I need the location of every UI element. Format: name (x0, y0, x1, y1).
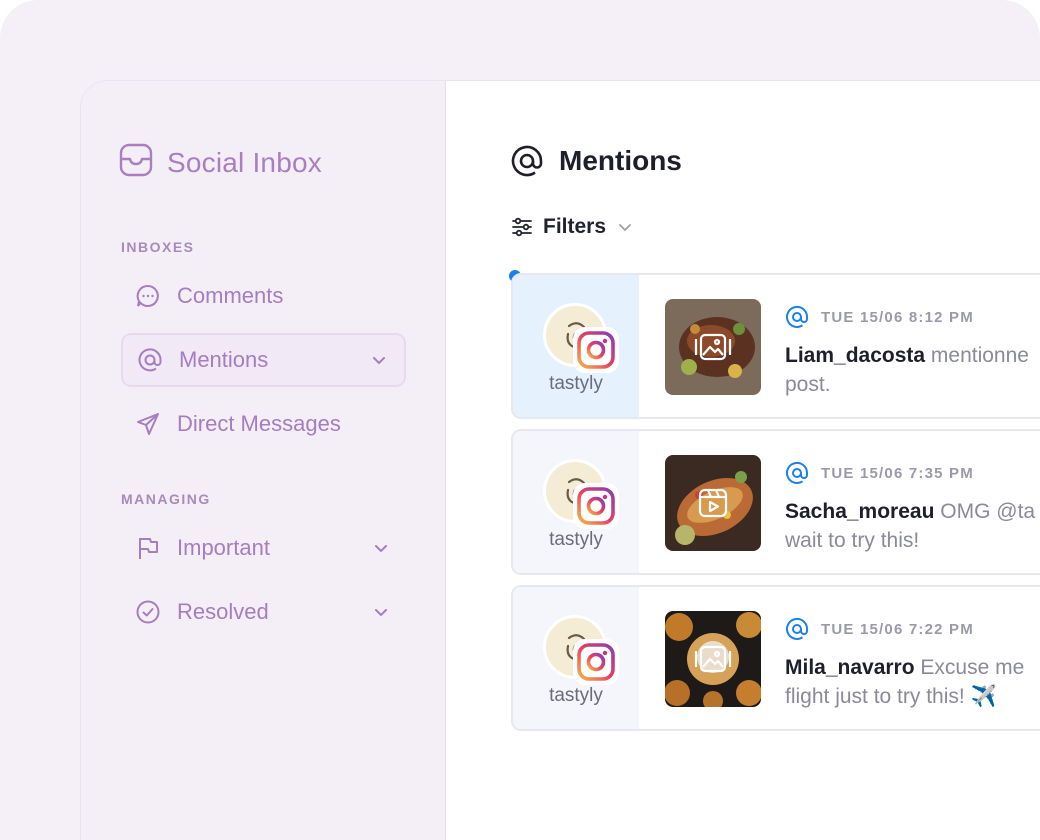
message-line2: wait to try this! (785, 529, 920, 552)
post-thumbnail[interactable] (665, 455, 761, 551)
account-name: tastyly (549, 685, 603, 706)
at-icon (785, 305, 809, 329)
username[interactable]: Mila_navarro (785, 656, 915, 679)
at-icon (137, 347, 163, 373)
instagram-icon (573, 639, 619, 685)
chevron-down-icon (618, 220, 632, 234)
sidebar-item-mentions[interactable]: Mentions (121, 333, 406, 387)
message-line1: Excuse me (914, 656, 1025, 679)
sidebar-item-label: Resolved (177, 599, 269, 624)
chevron-down-icon[interactable] (372, 353, 386, 367)
sidebar: Social Inbox INBOXES Comments Mentions D… (81, 81, 446, 840)
account-panel: tastyly (513, 587, 639, 729)
chat-bubble-icon (135, 283, 161, 309)
mention-meta: TUE 15/06 7:35 PM (785, 461, 974, 485)
instagram-icon (573, 483, 619, 529)
at-icon (785, 617, 809, 641)
section-label-managing: MANAGING (121, 491, 211, 507)
sliders-icon (511, 216, 533, 238)
message-line1: OMG @ta (934, 500, 1036, 523)
app-window: Social Inbox INBOXES Comments Mentions D… (80, 80, 1040, 840)
page-title: Mentions (559, 145, 682, 176)
account-panel: tastyly (513, 275, 639, 417)
post-thumbnail[interactable] (665, 611, 761, 707)
account-panel: tastyly (513, 431, 639, 573)
send-icon (135, 411, 161, 437)
sidebar-item-label: Direct Messages (177, 411, 341, 436)
flag-icon (135, 535, 161, 561)
chevron-down-icon[interactable] (374, 541, 388, 555)
check-circle-icon (135, 599, 161, 625)
username[interactable]: Liam_dacosta (785, 344, 925, 367)
account-name: tastyly (549, 529, 603, 550)
page-header: Mentions (509, 143, 682, 179)
mention-card[interactable]: tastyly (511, 429, 1040, 575)
timestamp: TUE 15/06 7:35 PM (821, 464, 974, 482)
timestamp: TUE 15/06 7:22 PM (821, 620, 974, 638)
username[interactable]: Sacha_moreau (785, 500, 934, 523)
mention-card[interactable]: tastyly (511, 273, 1040, 419)
sidebar-item-label: Mentions (179, 347, 269, 372)
filters-dropdown[interactable]: Filters (511, 215, 632, 239)
post-thumbnail[interactable] (665, 299, 761, 395)
mention-text: Liam_dacosta mentionne post. (785, 341, 1040, 399)
mention-meta: TUE 15/06 7:22 PM (785, 617, 974, 641)
sidebar-item-label: Comments (177, 283, 284, 308)
message-line2: flight just to try this! ✈️ (785, 685, 997, 708)
sidebar-item-resolved[interactable]: Resolved (121, 585, 406, 639)
mention-card[interactable]: tastyly (511, 585, 1040, 731)
sidebar-item-comments[interactable]: Comments (121, 269, 406, 323)
sidebar-item-direct-messages[interactable]: Direct Messages (121, 397, 406, 451)
sidebar-item-important[interactable]: Important (121, 521, 406, 575)
sidebar-item-label: Important (177, 535, 270, 560)
mention-text: Sacha_moreau OMG @ta wait to try this! (785, 497, 1040, 555)
at-icon (509, 143, 545, 179)
inbox-icon (119, 143, 153, 182)
timestamp: TUE 15/06 8:12 PM (821, 308, 974, 326)
filters-label: Filters (543, 215, 607, 238)
mention-text: Mila_navarro Excuse me flight just to tr… (785, 653, 1040, 711)
brand-title: Social Inbox (167, 146, 322, 178)
chevron-down-icon[interactable] (374, 605, 388, 619)
message-line2: post. (785, 373, 831, 396)
account-name: tastyly (549, 373, 603, 394)
at-icon (785, 461, 809, 485)
section-label-inboxes: INBOXES (121, 239, 195, 255)
message-line1: mentionne (925, 344, 1029, 367)
mention-meta: TUE 15/06 8:12 PM (785, 305, 974, 329)
instagram-icon (573, 327, 619, 373)
app-background: Social Inbox INBOXES Comments Mentions D… (0, 0, 1040, 840)
main-panel: Mentions Filters tastyly TUE 15/06 8:12 … (447, 81, 1040, 840)
brand: Social Inbox (119, 143, 322, 182)
